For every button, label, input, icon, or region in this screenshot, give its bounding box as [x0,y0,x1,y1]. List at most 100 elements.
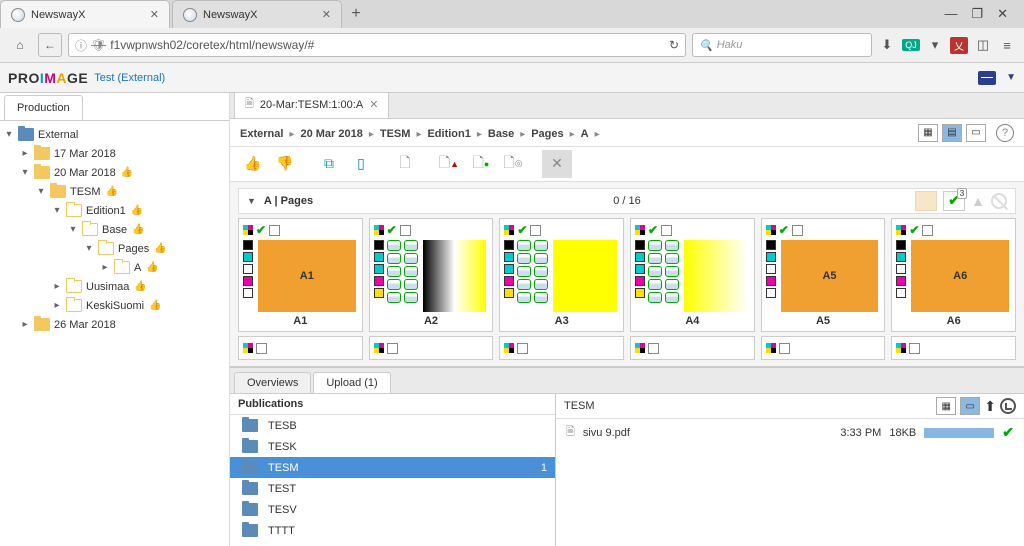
close-icon[interactable]: ✕ [369,98,378,111]
page-card[interactable] [630,336,755,360]
tree-toggle-icon[interactable]: ▾ [68,224,78,235]
menu-icon[interactable]: ≡ [998,36,1016,54]
select-checkbox[interactable] [648,343,659,354]
publication-row[interactable]: TESM1 [230,457,555,478]
page-card[interactable] [238,336,363,360]
select-checkbox[interactable] [909,343,920,354]
close-icon[interactable]: ✕ [150,8,159,21]
tool-ok-button[interactable]: 🗋● [466,150,496,178]
select-checkbox[interactable] [792,225,803,236]
minimize-button[interactable]: — [944,6,957,22]
page-card[interactable]: ✔A2 [369,218,494,332]
tree-item[interactable]: ▾Base👍 [0,220,229,239]
breadcrumb-item[interactable]: External [240,128,283,140]
chevron-down-icon[interactable]: ▾ [4,129,14,140]
reject-button[interactable]: 👎 [270,150,300,178]
page-card[interactable] [891,336,1016,360]
page-card[interactable]: ✔A1A1 [238,218,363,332]
file-row[interactable]: 🗎 sivu 9.pdf 3:33 PM 18KB ✔ [556,419,1024,446]
publication-row[interactable]: TTTT [230,520,555,541]
browser-tab-2[interactable]: NewswayX ✕ [172,0,342,28]
publication-row[interactable]: TESV [230,499,555,520]
publication-row[interactable]: TESK [230,436,555,457]
select-checkbox[interactable] [517,343,528,354]
tree-item[interactable]: ▸Uusimaa👍 [0,277,229,296]
pdf-badge[interactable]: 乂 [950,36,968,54]
new-tab-button[interactable]: + [344,5,368,23]
select-checkbox[interactable] [779,343,790,354]
tool-warn-button[interactable]: 🗋▲ [434,150,464,178]
breadcrumb-item[interactable]: Pages [531,128,563,140]
breadcrumb-item[interactable]: Base [488,128,514,140]
tree-toggle-icon[interactable]: ▾ [20,167,30,178]
select-checkbox[interactable] [922,225,933,236]
tool-disabled-button[interactable]: ✕ [542,150,572,178]
tree-item[interactable]: ▸A👍 [0,258,229,277]
tenant-label[interactable]: Test (External) [94,72,165,84]
select-checkbox[interactable] [387,343,398,354]
tree-toggle-icon[interactable]: ▾ [52,205,62,216]
select-checkbox[interactable] [661,225,672,236]
publication-row[interactable]: TEST [230,478,555,499]
back-button[interactable]: ← [38,33,62,57]
upload-icon[interactable]: ⬆ [984,398,996,415]
page-card[interactable]: ✔A3 [499,218,624,332]
mail-icon[interactable] [978,71,996,85]
approve-button[interactable]: 👍 [238,150,268,178]
window-close-button[interactable]: ✕ [997,6,1008,22]
page-card[interactable] [369,336,494,360]
history-icon[interactable] [1000,398,1016,414]
detail-view-list-button[interactable]: ▭ [960,397,980,415]
select-checkbox[interactable] [269,225,280,236]
status-ok[interactable]: ✔3 [943,191,965,211]
breadcrumb-item[interactable]: 20 Mar 2018 [300,128,362,140]
bookmark-icon[interactable]: ▾ [926,36,944,54]
download-icon[interactable]: ⬇ [878,36,896,54]
tree-toggle-icon[interactable]: ▾ [36,186,46,197]
reload-button[interactable]: ↻ [669,38,679,52]
url-field[interactable]: ⓘ 🛡 f1vwpnwsh02/coretex/html/newsway/# ↻ [68,33,686,57]
tree-toggle-icon[interactable]: ▸ [52,281,62,292]
tree-toggle-icon[interactable]: ▸ [20,148,30,159]
breadcrumb-item[interactable]: Edition1 [427,128,470,140]
tool-hierarchy-button[interactable]: ⧉ [314,150,344,178]
chevron-down-icon[interactable]: ▼ [1006,72,1016,83]
select-checkbox[interactable] [400,225,411,236]
select-checkbox[interactable] [256,343,267,354]
browser-tab-1[interactable]: NewswayX ✕ [0,0,170,28]
tree-item[interactable]: ▾20 Mar 2018👍 [0,163,229,182]
view-wide-button[interactable]: ▭ [966,124,986,142]
view-tiles-button[interactable]: ▤ [942,124,962,142]
search-field[interactable]: 🔍 Haku [692,33,872,57]
page-card[interactable]: ✔A6A6 [891,218,1016,332]
tree-item[interactable]: ▾Edition1👍 [0,201,229,220]
collapse-icon[interactable]: ▼ [247,196,256,206]
select-checkbox[interactable] [530,225,541,236]
breadcrumb-item[interactable]: TESM [380,128,411,140]
page-card[interactable] [499,336,624,360]
tool-target-button[interactable]: 🗋◎ [498,150,528,178]
maximize-button[interactable]: ❐ [971,6,983,22]
tree-toggle-icon[interactable]: ▾ [84,243,94,254]
breadcrumb-item[interactable]: A [581,128,589,140]
page-card[interactable] [761,336,886,360]
help-button[interactable]: ? [996,124,1014,142]
tree-root[interactable]: ▾ External [0,125,229,144]
sidebar-toggle-icon[interactable]: ◫ [974,36,992,54]
document-tab[interactable]: 🗎 20-Mar:TESM:1:00:A ✕ [234,93,389,118]
tree-toggle-icon[interactable]: ▸ [52,300,62,311]
publications-list[interactable]: TESBTESKTESM1TESTTESVTTTT [230,415,555,546]
detail-view-grid-button[interactable]: ▦ [936,397,956,415]
tab-upload[interactable]: Upload (1) [313,372,390,393]
page-card[interactable]: ✔A4 [630,218,755,332]
sidebar-tab-production[interactable]: Production [4,95,83,120]
view-grid-button[interactable]: ▦ [918,124,938,142]
tool-page-button[interactable]: 🗋 [390,150,420,178]
home-button[interactable]: ⌂ [8,33,32,57]
tab-overviews[interactable]: Overviews [234,372,311,393]
page-card[interactable]: ✔A5A5 [761,218,886,332]
tree-item[interactable]: ▸26 Mar 2018 [0,315,229,334]
tree-item[interactable]: ▸KeskiSuomi👍 [0,296,229,315]
tree-item[interactable]: ▾Pages👍 [0,239,229,258]
tree-toggle-icon[interactable]: ▸ [20,319,30,330]
